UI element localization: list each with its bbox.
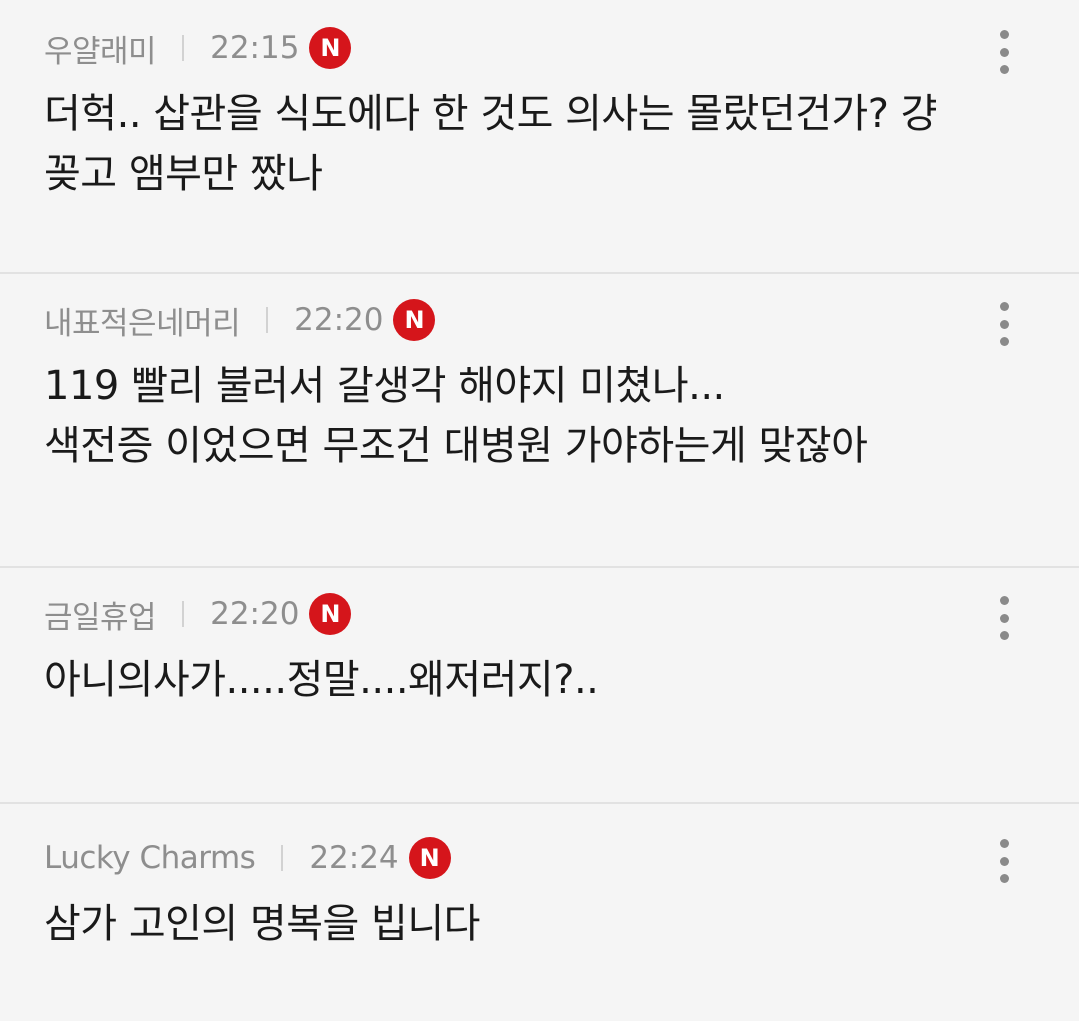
comment-item: 내표적은네머리 22:20 N 119 빨리 불러서 갈생각 해야지 미쳤나..…	[0, 274, 1079, 568]
more-vertical-icon[interactable]	[991, 30, 1017, 74]
comment-author[interactable]: Lucky Charms	[44, 840, 256, 876]
comment-time: 22:15	[210, 30, 300, 66]
new-badge-icon: N	[309, 593, 352, 635]
comment-time: 22:20	[210, 596, 300, 632]
comment-meta: 우얄래미 22:15 N	[44, 26, 989, 70]
meta-divider	[182, 35, 185, 61]
comment-time: 22:24	[309, 840, 399, 876]
comment-meta: 내표적은네머리 22:20 N	[44, 298, 989, 342]
comment-time: 22:20	[294, 302, 384, 338]
comment-meta: Lucky Charms 22:24 N	[44, 836, 989, 880]
comment-author[interactable]: 내표적은네머리	[44, 298, 241, 343]
new-badge-icon: N	[408, 837, 451, 879]
meta-divider	[266, 307, 269, 333]
new-badge-icon: N	[309, 27, 352, 69]
more-vertical-icon[interactable]	[991, 596, 1017, 640]
meta-divider	[182, 601, 185, 627]
comment-text: 119 빨리 불러서 갈생각 해야지 미쳤나... 색전증 이었으면 무조건 대…	[44, 363, 868, 469]
comment-text: 아니의사가.....정말....왜저러지?..	[44, 657, 599, 703]
comment-author[interactable]: 금일휴업	[44, 592, 157, 637]
more-vertical-icon[interactable]	[991, 839, 1017, 883]
comment-item: Lucky Charms 22:24 N 삼가 고인의 명복을 빕니다	[0, 804, 1079, 1021]
comment-text: 더헉.. 삽관을 식도에다 한 것도 의사는 몰랐던건가? 걍 꽂고 앰부만 짰…	[44, 91, 937, 197]
comment-author[interactable]: 우얄래미	[44, 26, 157, 71]
comment-list: 우얄래미 22:15 N 더헉.. 삽관을 식도에다 한 것도 의사는 몰랐던건…	[0, 0, 1079, 1021]
comment-item: 금일휴업 22:20 N 아니의사가.....정말....왜저러지?..	[0, 568, 1079, 804]
comment-meta: 금일휴업 22:20 N	[44, 592, 989, 636]
more-vertical-icon[interactable]	[991, 302, 1017, 346]
new-badge-icon: N	[393, 299, 436, 341]
meta-divider	[281, 845, 284, 871]
comment-item: 우얄래미 22:15 N 더헉.. 삽관을 식도에다 한 것도 의사는 몰랐던건…	[0, 0, 1079, 274]
comment-text: 삼가 고인의 명복을 빕니다	[44, 901, 480, 947]
